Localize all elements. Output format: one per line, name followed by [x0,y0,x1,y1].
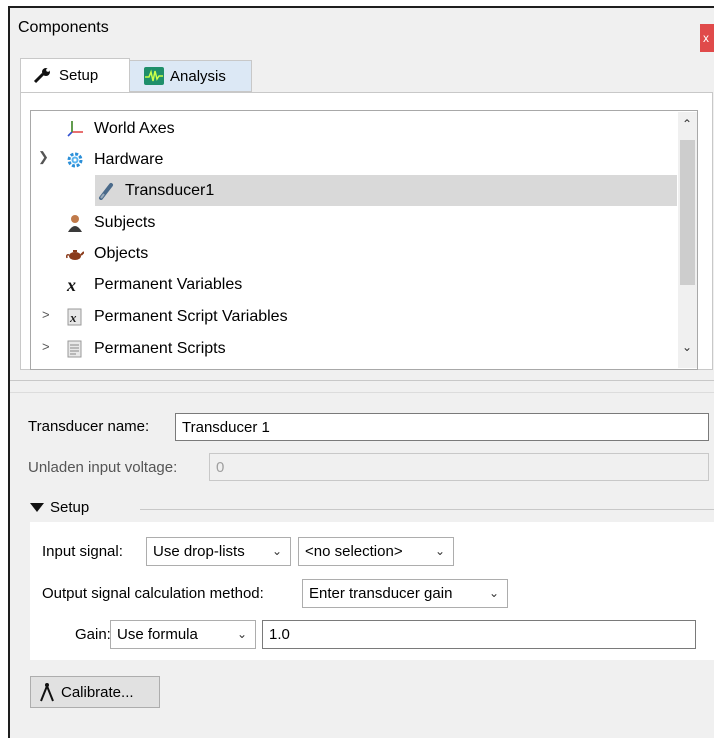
output-method-select[interactable]: Enter transducer gain ⌄ [302,579,508,608]
tab-setup-label: Setup [59,67,99,84]
setup-group-label: Setup [50,499,90,516]
tree-item-label: World Axes [94,119,175,137]
tree-item-transducer1[interactable]: Transducer1 [97,175,214,206]
scroll-down-icon[interactable]: ⌄ [682,340,692,354]
tree-item-permanent-scripts[interactable]: Permanent Scripts [66,333,226,364]
svg-text:x: x [66,276,76,294]
tree-scrollbar-thumb[interactable] [680,140,695,285]
chevron-right-icon[interactable]: > [42,339,50,354]
transducer-name-label: Transducer name: [28,418,150,435]
tree-item-subjects[interactable]: Subjects [66,207,155,238]
calibrate-label: Calibrate... [61,683,134,701]
output-method-label: Output signal calculation method: [42,585,264,602]
script-variable-icon: x [67,308,82,325]
triangle-down-icon [30,502,44,512]
tree-item-label: Hardware [94,150,164,168]
chevron-down-icon: ⌄ [488,586,499,600]
select-value: Enter transducer gain [309,585,453,602]
tree-item-label: Objects [94,244,149,262]
transducer-icon [99,182,113,200]
script-icon [67,340,82,357]
waveform-icon [144,67,164,85]
unladen-voltage-input: 0 [209,453,709,481]
input-signal-mode-select[interactable]: Use drop-lists ⌄ [146,537,291,566]
tree-item-permanent-variables[interactable]: x Permanent Variables [66,269,242,300]
tree-item-label: Subjects [94,213,156,231]
select-value: Use drop-lists [153,543,245,560]
chevron-down-icon: ⌄ [271,544,282,558]
scroll-up-icon[interactable]: ⌃ [682,117,692,131]
axes-icon [67,120,83,137]
tree-item-hardware[interactable]: Hardware [66,144,163,175]
tree-item-label: Transducer1 [125,181,215,199]
group-divider [140,509,714,510]
teapot-icon [66,249,84,260]
tree-item-objects[interactable]: Objects [66,238,148,269]
setup-group-toggle[interactable]: Setup [30,499,89,516]
gain-label: Gain: [75,626,111,643]
wrench-icon [33,67,50,83]
svg-text:x: x [69,310,77,325]
unladen-voltage-label: Unladen input voltage: [28,459,178,476]
tree-item-permanent-script-variables[interactable]: x Permanent Script Variables [66,301,288,332]
window-title: Components [18,19,109,36]
gear-icon [67,152,83,167]
tree-item-world-axes[interactable]: World Axes [66,113,175,144]
select-value: Use formula [117,626,198,643]
divider [10,392,714,393]
person-icon [68,214,82,232]
tree-item-label: Permanent Scripts [94,339,226,357]
input-signal-select[interactable]: <no selection> ⌄ [298,537,454,566]
tree-item-label: Permanent Variables [94,275,243,293]
variable-x-icon: x [66,276,76,294]
gain-mode-select[interactable]: Use formula ⌄ [110,620,256,649]
chevron-down-icon: ⌄ [236,627,247,641]
chevron-down-icon: ⌄ [434,544,445,558]
tab-setup[interactable]: Setup [20,58,130,92]
calibrate-button[interactable]: Calibrate... [30,676,160,708]
tab-analysis-label: Analysis [170,67,226,85]
transducer-name-input[interactable]: Transducer 1 [175,413,709,441]
select-value: <no selection> [305,543,403,560]
chevron-right-icon[interactable]: > [42,307,50,322]
input-signal-label: Input signal: [42,543,123,560]
chevron-down-icon[interactable]: ❯ [38,149,49,165]
close-button[interactable]: x [700,24,714,52]
tab-analysis[interactable]: Analysis [130,60,252,92]
compass-icon [40,683,54,702]
splitter[interactable] [10,380,714,381]
gain-value-input[interactable]: 1.0 [262,620,696,649]
tree-item-label: Permanent Script Variables [94,307,288,325]
